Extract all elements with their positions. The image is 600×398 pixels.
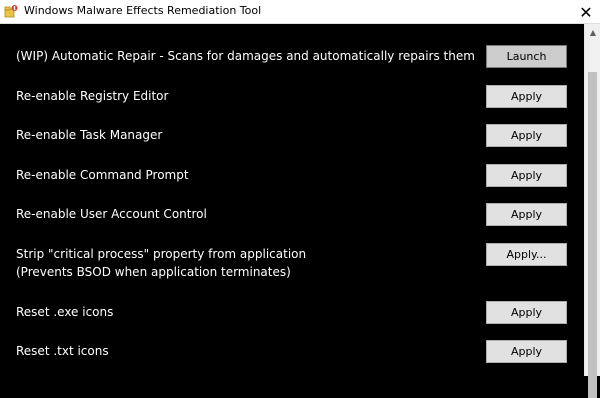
- row-sublabel: (Prevents BSOD when application terminat…: [16, 265, 291, 279]
- apply-task-manager-button[interactable]: Apply: [486, 124, 567, 147]
- row-label: Reset .exe icons: [16, 305, 114, 319]
- window-title: Windows Malware Effects Remediation Tool: [24, 4, 262, 17]
- app-icon: [4, 5, 18, 18]
- apply-command-prompt-button[interactable]: Apply: [486, 164, 567, 187]
- scroll-thumb[interactable]: [588, 72, 597, 398]
- close-button[interactable]: ✕: [572, 0, 600, 24]
- row-label: Re-enable Registry Editor: [16, 89, 169, 103]
- apply-reset-txt-icons-button[interactable]: Apply: [486, 340, 567, 363]
- launch-button[interactable]: Launch: [486, 45, 567, 68]
- apply-reset-exe-icons-button[interactable]: Apply: [486, 301, 567, 324]
- row-label: Re-enable User Account Control: [16, 207, 207, 221]
- row-label: (WIP) Automatic Repair - Scans for damag…: [16, 49, 475, 63]
- app-window: Windows Malware Effects Remediation Tool…: [0, 0, 600, 398]
- vertical-scrollbar[interactable]: ▲: [584, 24, 600, 398]
- row-label: Re-enable Command Prompt: [16, 168, 189, 182]
- row-label: Re-enable Task Manager: [16, 128, 163, 142]
- row-label: Reset .txt icons: [16, 344, 109, 358]
- title-bar[interactable]: Windows Malware Effects Remediation Tool…: [0, 0, 600, 24]
- apply-uac-button[interactable]: Apply: [486, 203, 567, 226]
- apply-registry-editor-button[interactable]: Apply: [486, 85, 567, 108]
- row-label: Strip "critical process" property from a…: [16, 247, 307, 261]
- scroll-up-icon[interactable]: ▲: [585, 24, 600, 40]
- apply-critical-process-button[interactable]: Apply...: [486, 243, 567, 266]
- content-area: (WIP) Automatic Repair - Scans for damag…: [0, 24, 584, 376]
- close-icon: ✕: [579, 2, 593, 22]
